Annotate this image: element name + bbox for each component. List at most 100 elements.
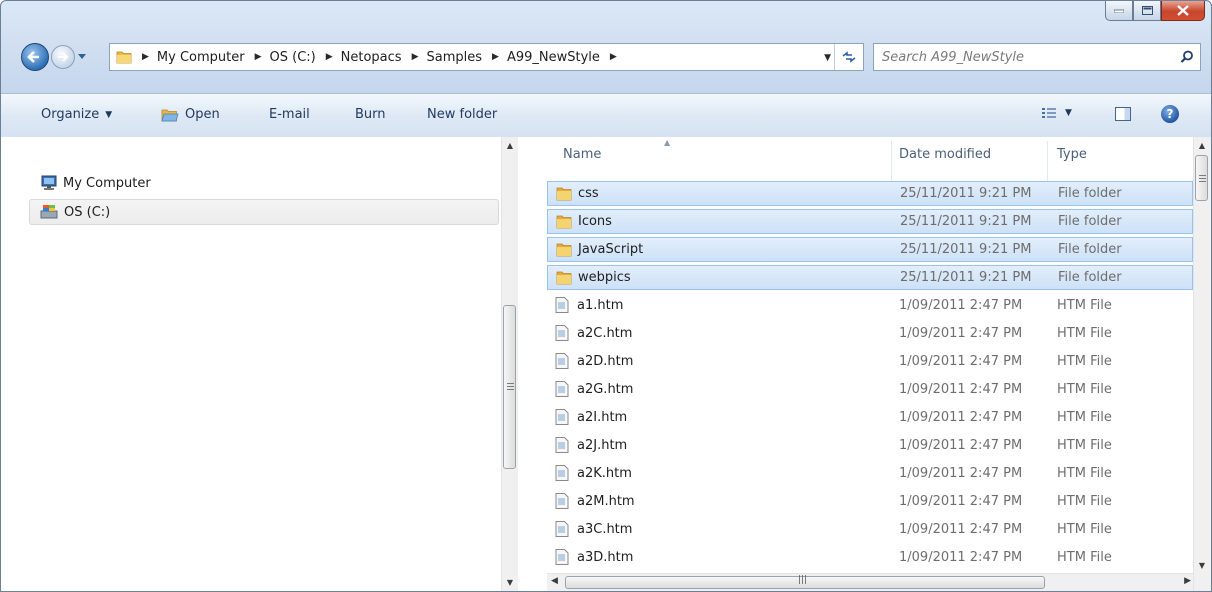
new-folder-label: New folder [427,107,498,122]
nav-label: My Computer [63,175,151,191]
chevron-down-icon: ▼ [1065,108,1072,118]
address-history-dropdown[interactable]: ▼ [824,53,831,63]
file-type: HTM File [1057,298,1112,313]
organize-label: Organize [41,107,100,122]
file-date-modified: 1/09/2011 2:47 PM [899,410,1023,425]
file-row[interactable]: a2J.htm 1/09/2011 2:47 PM HTM File [547,433,1193,458]
file-type: HTM File [1057,410,1112,425]
file-type: HTM File [1057,354,1112,369]
minimize-button[interactable] [1105,1,1133,21]
back-arrow-icon [27,51,39,63]
file-row[interactable]: a2K.htm 1/09/2011 2:47 PM HTM File [547,461,1193,486]
scroll-right-icon[interactable]: ▶ [1184,576,1191,586]
file-name: a2K.htm [577,466,632,481]
help-button[interactable]: ? [1161,105,1179,123]
file-type: File folder [1058,270,1122,285]
folder-row[interactable]: css 25/11/2011 9:21 PM File folder [547,181,1193,206]
burn-button[interactable]: Burn [355,107,386,122]
folder-icon [116,51,132,64]
file-date-modified: 1/09/2011 2:47 PM [899,522,1023,537]
email-button[interactable]: E-mail [269,107,310,122]
back-button[interactable] [21,43,49,71]
document-icon [555,297,569,317]
file-row[interactable]: a2G.htm 1/09/2011 2:47 PM HTM File [547,377,1193,402]
new-folder-button[interactable]: New folder [427,107,497,122]
file-type: HTM File [1057,326,1112,341]
file-date-modified: 1/09/2011 2:47 PM [899,326,1023,341]
column-header-date-modified[interactable]: Date modified [899,147,991,162]
search-box[interactable] [873,43,1201,71]
breadcrumb-my-computer[interactable]: My Computer ▶ [157,50,270,65]
file-date-modified: 25/11/2011 9:21 PM [900,214,1032,229]
file-name: a3C.htm [577,522,633,537]
close-button[interactable] [1161,1,1205,21]
open-folder-icon [161,109,179,121]
file-date-modified: 1/09/2011 2:47 PM [899,466,1023,481]
recent-pages-dropdown[interactable] [77,51,87,61]
scroll-left-icon[interactable]: ◀ [551,576,558,586]
document-icon [555,493,569,513]
nav-item-os-c[interactable]: OS (C:) [29,199,499,225]
horizontal-scrollbar[interactable]: ◀ ||| ▶ [547,573,1195,591]
scroll-down-icon[interactable]: ▼ [502,574,518,590]
file-list-scrollbar[interactable]: ▲ ▼ [1193,137,1211,591]
folder-row[interactable]: JavaScript 25/11/2011 9:21 PM File folder [547,237,1193,262]
breadcrumb-samples[interactable]: Samples ▶ [427,50,507,65]
scroll-thumb[interactable] [1195,155,1208,201]
folder-row[interactable]: Icons 25/11/2011 9:21 PM File folder [547,209,1193,234]
file-date-modified: 25/11/2011 9:21 PM [900,270,1032,285]
nav-item-my-computer[interactable]: My Computer [39,175,151,191]
organize-button[interactable]: Organize ▼ [41,107,112,122]
file-name: a2J.htm [577,438,628,453]
file-type: HTM File [1057,466,1112,481]
file-name: css [578,186,599,201]
close-icon [1177,5,1189,16]
file-name: a2I.htm [577,410,628,425]
scroll-thumb[interactable] [503,305,516,469]
drive-icon [40,205,58,219]
open-button[interactable]: Open [161,107,220,122]
scroll-up-icon[interactable]: ▲ [1194,137,1210,153]
file-row[interactable]: a2C.htm 1/09/2011 2:47 PM HTM File [547,321,1193,346]
breadcrumb-os-c[interactable]: OS (C:) ▶ [270,50,341,65]
search-icon[interactable] [1180,50,1194,64]
file-row[interactable]: a2M.htm 1/09/2011 2:47 PM HTM File [547,489,1193,514]
search-input[interactable] [880,49,1164,66]
folder-icon [556,242,572,261]
column-divider[interactable] [1047,141,1048,181]
forward-button[interactable] [51,45,75,69]
scroll-up-icon[interactable]: ▲ [502,137,518,153]
file-date-modified: 1/09/2011 2:47 PM [899,382,1023,397]
document-icon [555,465,569,485]
document-icon [555,325,569,345]
column-divider[interactable] [891,141,892,181]
folder-row[interactable]: webpics 25/11/2011 9:21 PM File folder [547,265,1193,290]
column-header-type[interactable]: Type [1057,147,1087,162]
file-row[interactable]: a3C.htm 1/09/2011 2:47 PM HTM File [547,517,1193,542]
folder-icon [556,186,572,205]
change-view-button[interactable]: ▼ [1041,106,1072,120]
breadcrumb-a99-newstyle[interactable]: A99_NewStyle ▶ [507,50,625,65]
document-icon [555,549,569,569]
file-row[interactable]: a2D.htm 1/09/2011 2:47 PM HTM File [547,349,1193,374]
column-header-name[interactable]: Name [563,147,601,162]
navigation-pane-scrollbar[interactable]: ▲ ▼ [501,137,518,591]
file-row[interactable]: a1.htm 1/09/2011 2:47 PM HTM File [547,293,1193,318]
folder-icon [556,214,572,233]
preview-pane-button[interactable] [1115,107,1131,121]
document-icon [555,409,569,429]
scroll-down-icon[interactable]: ▼ [1194,557,1210,573]
refresh-button[interactable] [834,44,863,70]
address-bar[interactable]: ▶ My Computer ▶ OS (C:) ▶ Netopacs ▶ Sample… [109,43,864,71]
chevron-down-icon: ▼ [105,109,113,120]
nav-label: OS (C:) [64,204,111,220]
maximize-button[interactable] [1133,1,1161,21]
scroll-thumb[interactable]: ||| [565,575,1045,589]
file-type: HTM File [1057,522,1112,537]
file-name: Icons [578,214,612,229]
breadcrumb-separator[interactable]: ▶ [132,52,157,62]
refresh-icon [842,51,856,63]
breadcrumb-netopacs[interactable]: Netopacs ▶ [341,50,427,65]
file-row[interactable]: a2I.htm 1/09/2011 2:47 PM HTM File [547,405,1193,430]
file-row[interactable]: a3D.htm 1/09/2011 2:47 PM HTM File [547,545,1193,570]
